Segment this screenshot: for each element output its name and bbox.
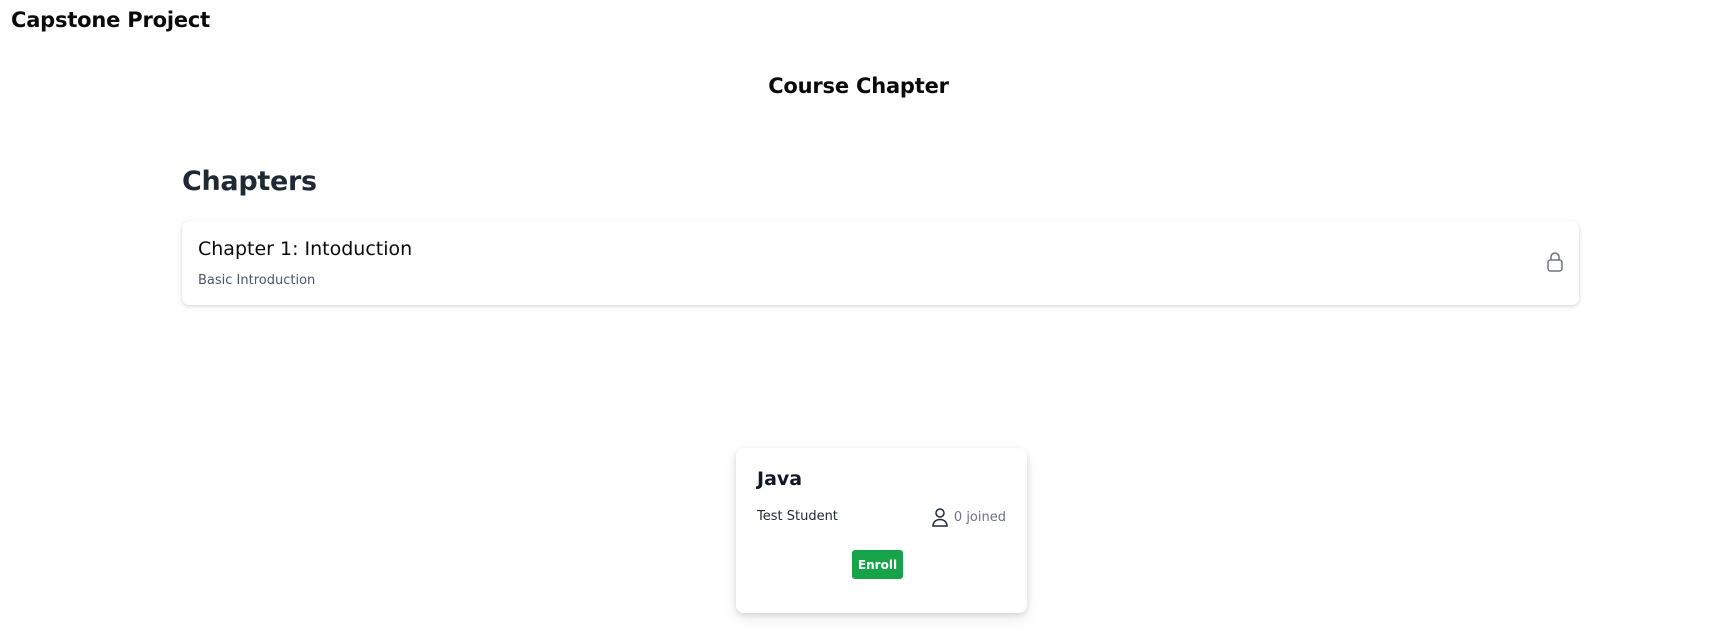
chapters-section-title: Chapters bbox=[182, 166, 317, 197]
joined-text: 0 joined bbox=[953, 509, 1006, 525]
user-icon bbox=[932, 508, 948, 527]
joined-count: 0 joined bbox=[931, 506, 1006, 528]
chapter-title: Chapter 1: Intoduction bbox=[198, 238, 413, 260]
app-title: Capstone Project bbox=[11, 8, 210, 32]
course-title: Java bbox=[757, 468, 803, 490]
page-heading: Course Chapter bbox=[768, 74, 949, 98]
course-card: Java Test Student 0 joined Enroll bbox=[736, 448, 1027, 613]
chapter-card[interactable]: Chapter 1: Intoduction Basic Introductio… bbox=[182, 221, 1579, 305]
enroll-button[interactable]: Enroll bbox=[852, 550, 903, 579]
course-author: Test Student bbox=[757, 509, 838, 524]
chapter-description: Basic Introduction bbox=[198, 273, 316, 288]
lock-icon bbox=[1547, 252, 1563, 272]
